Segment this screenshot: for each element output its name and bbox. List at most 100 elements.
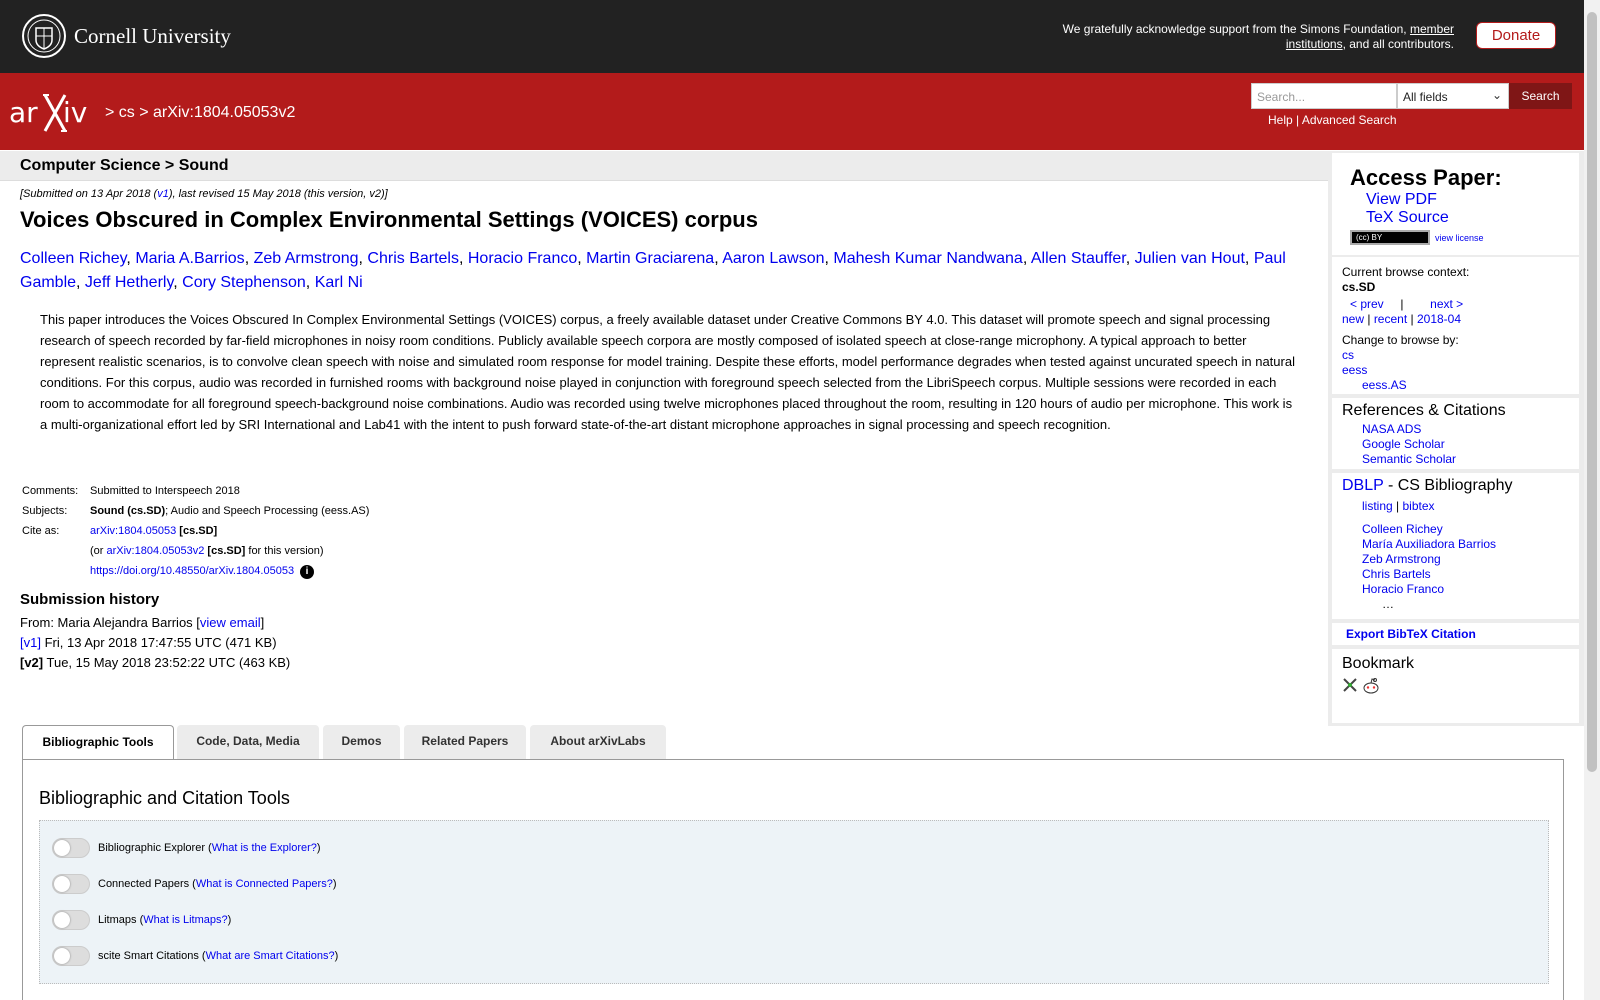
author-link[interactable]: Colleen Richey [20, 250, 126, 267]
author-separator: , [244, 250, 254, 267]
author-link[interactable]: Mahesh Kumar Nandwana [833, 250, 1022, 267]
browse-eess-link[interactable]: eess [1342, 363, 1579, 378]
tab-related-papers[interactable]: Related Papers [404, 725, 526, 759]
arxiv-logo[interactable]: ar iv [9, 91, 101, 135]
subject-bar: Computer Science > Sound [0, 151, 1328, 181]
author-link[interactable]: Maria A.Barrios [135, 250, 244, 267]
cite-category: [cs.SD] [179, 525, 218, 537]
litmaps-toggle[interactable] [52, 910, 90, 930]
author-separator: , [577, 250, 587, 267]
browse-context-box: Current browse context: cs.SD < prev | n… [1332, 257, 1579, 394]
page-scrollbar[interactable] [1584, 0, 1600, 1000]
support-text-start: We gratefully acknowledge support from t… [1062, 22, 1407, 36]
cite-version-pre: (or [90, 545, 107, 557]
svg-text:iv: iv [63, 96, 87, 129]
support-text: We gratefully acknowledge support from t… [1034, 22, 1454, 52]
dblp-author-link[interactable]: Zeb Armstrong [1362, 552, 1579, 567]
donate-button[interactable]: Donate [1476, 22, 1556, 49]
subject-heading: Computer Science > Sound [20, 157, 229, 174]
history-v1-info: Fri, 13 Apr 2018 17:47:55 UTC (471 KB) [40, 635, 277, 650]
view-email-link[interactable]: view email [200, 615, 261, 630]
next-link[interactable]: next > [1430, 297, 1463, 311]
new-link[interactable]: new [1342, 312, 1364, 326]
author-link[interactable]: Chris Bartels [367, 250, 459, 267]
history-from-close: ] [260, 615, 265, 630]
reddit-icon[interactable] [1362, 677, 1380, 695]
dblp-heading: DBLP - CS Bibliography [1342, 477, 1579, 495]
toggle-row-scite: scite Smart Citations (What are Smart Ci… [52, 945, 338, 967]
references-heading: References & Citations [1342, 402, 1506, 419]
cite-version-link[interactable]: arXiv:1804.05053v2 [107, 545, 205, 557]
author-link[interactable]: Aaron Lawson [722, 250, 824, 267]
author-link[interactable]: Karl Ni [315, 274, 363, 291]
tab-bibliographic-tools[interactable]: Bibliographic Tools [22, 725, 174, 760]
search-button[interactable]: Search [1509, 83, 1572, 109]
scite-toggle[interactable] [52, 946, 90, 966]
export-box: Export BibTeX Citation [1332, 623, 1579, 645]
author-link[interactable]: Jeff Hetherly [85, 274, 173, 291]
connected-papers-toggle[interactable] [52, 874, 90, 894]
author-separator: , [305, 274, 315, 291]
abstract: This paper introduces the Voices Obscure… [40, 312, 1295, 432]
dblp-author-link[interactable]: Chris Bartels [1362, 567, 1579, 582]
bookmark-heading: Bookmark [1342, 655, 1415, 672]
google-scholar-link[interactable]: Google Scholar [1362, 437, 1579, 452]
v1-link[interactable]: v1 [157, 188, 169, 200]
dblp-author-link[interactable]: Horacio Franco [1362, 582, 1579, 597]
tex-source-link[interactable]: TeX Source [1366, 209, 1449, 227]
history-v1-link[interactable]: [v1] [20, 635, 41, 650]
author-link[interactable]: Horacio Franco [468, 250, 577, 267]
author-separator: , [1125, 250, 1135, 267]
comments-value: Submitted to Interspeech 2018 [90, 485, 240, 497]
tab-code-data-media[interactable]: Code, Data, Media [177, 725, 319, 759]
author-link[interactable]: Allen Stauffer [1031, 250, 1126, 267]
author-link[interactable]: Martin Graciarena [586, 250, 714, 267]
month-link[interactable]: 2018-04 [1417, 312, 1461, 326]
export-bibtex-link[interactable]: Export BibTeX Citation [1346, 627, 1476, 641]
cc-license-badge[interactable]: (cc) BY [1350, 230, 1430, 245]
bibsonomy-icon[interactable] [1342, 677, 1358, 693]
dblp-author-link[interactable]: María Auxiliadora Barrios [1362, 537, 1579, 552]
tab-demos[interactable]: Demos [323, 725, 400, 759]
semantic-scholar-link[interactable]: Semantic Scholar [1362, 452, 1579, 467]
comments-label: Comments: [22, 485, 79, 497]
scrollbar-thumb[interactable] [1587, 12, 1597, 772]
dblp-bibtex-link[interactable]: bibtex [1402, 499, 1434, 513]
advanced-search-link[interactable]: Advanced Search [1302, 113, 1397, 127]
litmaps-help-link[interactable]: What is Litmaps? [143, 914, 227, 926]
history-from-text: From: Maria Alejandra Barrios [ [20, 615, 200, 630]
breadcrumb[interactable]: > cs > arXiv:1804.05053v2 [105, 104, 295, 122]
explorer-toggle[interactable] [52, 838, 90, 858]
recent-link[interactable]: recent [1374, 312, 1407, 326]
prev-link[interactable]: < prev [1350, 297, 1384, 311]
cornell-logo[interactable]: Cornell University [22, 14, 231, 58]
toggle-row-litmaps: Litmaps (What is Litmaps?) [52, 909, 231, 931]
dblp-link[interactable]: DBLP [1342, 477, 1384, 494]
dblp-more-ellipsis[interactable]: … [1362, 597, 1579, 612]
browse-cs-link[interactable]: cs [1342, 348, 1579, 363]
toggle-row-explorer: Bibliographic Explorer (What is the Expl… [52, 837, 321, 859]
search-input[interactable]: Search... [1251, 83, 1397, 109]
scite-help-link[interactable]: What are Smart Citations? [206, 950, 335, 962]
doi-link[interactable]: https://doi.org/10.48550/arXiv.1804.0505… [90, 565, 294, 577]
support-text-end: , and all contributors. [1342, 37, 1454, 51]
author-link[interactable]: Cory Stephenson [182, 274, 306, 291]
author-link[interactable]: Zeb Armstrong [254, 250, 359, 267]
dblp-box: DBLP - CS Bibliography listing | bibtex … [1332, 473, 1579, 619]
view-license-link[interactable]: view license [1435, 233, 1484, 243]
dblp-listing-link[interactable]: listing [1362, 499, 1393, 513]
cite-id-link[interactable]: arXiv:1804.05053 [90, 525, 176, 537]
connected-papers-help-link[interactable]: What is Connected Papers? [196, 878, 333, 890]
tab-about-arxivlabs[interactable]: About arXivLabs [530, 725, 666, 759]
explorer-help-link[interactable]: What is the Explorer? [212, 842, 317, 854]
dblp-author-link[interactable]: Colleen Richey [1362, 522, 1579, 537]
paper-title: Voices Obscured in Complex Environmental… [20, 207, 758, 232]
info-icon[interactable]: i [300, 565, 315, 579]
nasa-ads-link[interactable]: NASA ADS [1362, 422, 1579, 437]
view-pdf-link[interactable]: View PDF [1366, 191, 1449, 209]
author-link[interactable]: Julien van Hout [1135, 250, 1245, 267]
browse-eess-as-link[interactable]: eess.AS [1342, 378, 1579, 393]
cite-version-post: for this version) [245, 545, 324, 557]
help-link[interactable]: Help [1268, 113, 1293, 127]
search-field-select[interactable]: All fields ⌄ [1397, 83, 1509, 109]
